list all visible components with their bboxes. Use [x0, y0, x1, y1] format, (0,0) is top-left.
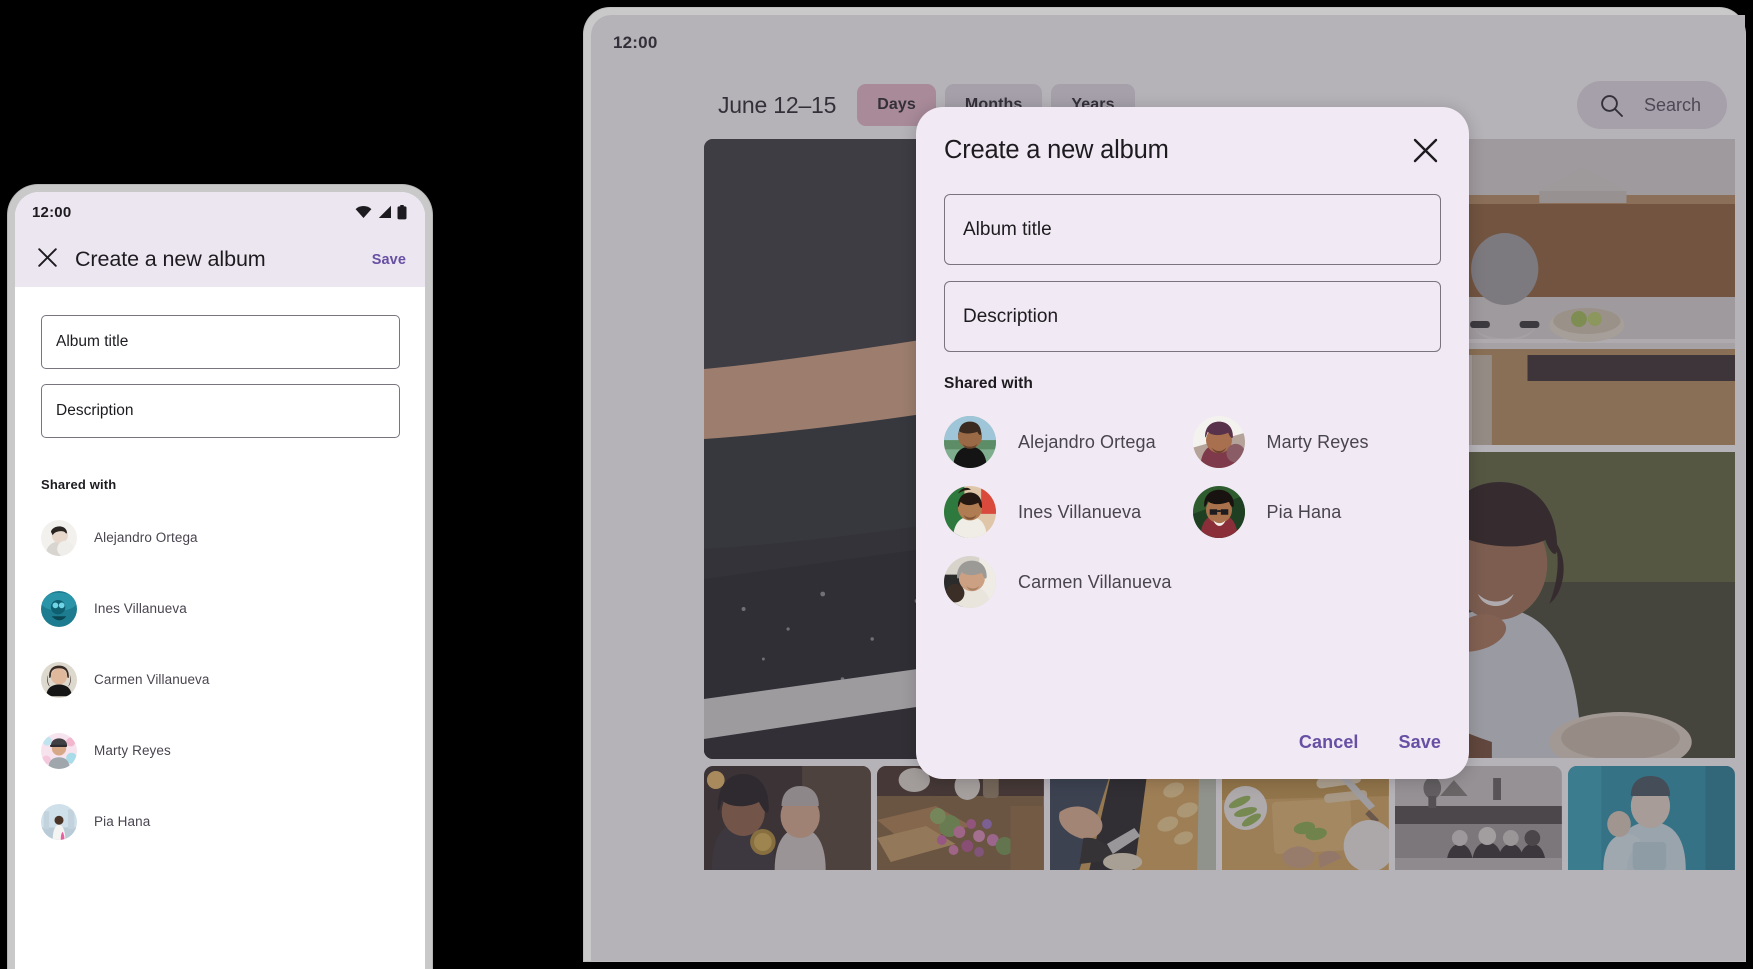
list-item[interactable]: Alejandro Ortega	[41, 502, 400, 573]
close-icon[interactable]	[1410, 135, 1441, 166]
photo-cyan-couple[interactable]	[1568, 766, 1735, 870]
phone-device-frame: 12:00 Create a new album Save Album titl…	[8, 185, 432, 969]
list-item[interactable]: Carmen Villanueva	[944, 547, 1193, 617]
avatar-pia	[1192, 486, 1245, 538]
list-item[interactable]: Marty Reyes	[1192, 407, 1442, 477]
list-item-label: Carmen Villanueva	[94, 672, 210, 687]
phone-status-time: 12:00	[32, 203, 72, 221]
save-button[interactable]: Save	[1399, 732, 1441, 753]
phone-status-icons	[355, 204, 407, 220]
avatar-carmen	[41, 661, 77, 698]
list-item-label: Marty Reyes	[94, 743, 171, 758]
search-input[interactable]: Search	[1644, 95, 1701, 116]
list-item-label: Pia Hana	[1266, 501, 1342, 522]
phone-screen: 12:00 Create a new album Save Album titl…	[15, 192, 425, 969]
list-item[interactable]: Ines Villanueva	[944, 477, 1193, 547]
avatar-marty	[1192, 416, 1245, 468]
photo-image	[1222, 766, 1390, 870]
create-album-dialog: Create a new album Album title Descripti…	[916, 107, 1469, 779]
list-item[interactable]: Marty Reyes	[41, 715, 400, 786]
list-item-label: Ines Villanueva	[1018, 501, 1142, 522]
photo-image	[1395, 766, 1563, 870]
avatar-ines	[944, 486, 996, 538]
photo-flowers-table[interactable]	[876, 766, 1044, 870]
album-title-input[interactable]: Album title	[944, 194, 1441, 265]
phone-form-body: Album title Description Shared with Alej…	[15, 287, 425, 857]
photo-bw-group[interactable]	[1395, 766, 1563, 870]
save-button[interactable]: Save	[372, 252, 406, 268]
close-icon[interactable]	[37, 247, 58, 273]
list-item-label: Pia Hana	[94, 814, 151, 829]
list-item-label: Alejandro Ortega	[94, 530, 198, 545]
avatar-marty	[41, 732, 77, 769]
list-item[interactable]: Ines Villanueva	[41, 573, 400, 644]
photo-image	[1568, 766, 1735, 870]
tablet-status-bar: 12:00	[591, 15, 1745, 71]
phone-status-bar: 12:00	[15, 192, 425, 232]
description-input[interactable]: Description	[944, 281, 1441, 352]
search-icon	[1601, 94, 1623, 117]
photo-hands-cutting[interactable]	[1049, 766, 1217, 870]
dialog-actions: Cancel Save	[1299, 732, 1441, 753]
photo-image	[1049, 766, 1217, 870]
date-range-label: June 12–15	[718, 91, 837, 118]
list-item[interactable]: Alejandro Ortega	[944, 407, 1193, 477]
list-item-label: Ines Villanueva	[94, 601, 187, 616]
list-item[interactable]: Carmen Villanueva	[41, 644, 400, 715]
photo-image	[876, 766, 1044, 870]
photo-cucumbers-board[interactable]	[1222, 766, 1390, 870]
list-item-label: Marty Reyes	[1266, 431, 1369, 452]
cancel-button[interactable]: Cancel	[1299, 732, 1359, 753]
shared-with-grid: Alejandro Ortega Marty Reyes Ines Villan…	[944, 407, 1441, 617]
avatar-pia	[41, 803, 77, 840]
photo-couple-drinks[interactable]	[704, 766, 871, 870]
list-item[interactable]: Pia Hana	[1192, 477, 1442, 547]
album-title-input[interactable]: Album title	[41, 315, 400, 369]
search-bar[interactable]: Search	[1576, 81, 1727, 129]
page-title: Create a new album	[75, 247, 266, 271]
wifi-icon	[355, 206, 372, 218]
avatar-alejandro	[41, 519, 77, 556]
screenshot-stage: 12:00 Create a new album Save Album titl…	[0, 0, 1753, 969]
signal-icon	[378, 205, 391, 218]
dialog-header: Create a new album	[944, 135, 1441, 166]
dialog-title: Create a new album	[944, 136, 1169, 164]
avatar-ines	[41, 590, 77, 627]
shared-with-label: Shared with	[41, 477, 117, 492]
phone-app-bar: Create a new album Save	[15, 232, 425, 287]
list-item[interactable]: Pia Hana	[41, 786, 400, 857]
photo-image	[704, 766, 871, 870]
description-input[interactable]: Description	[41, 384, 400, 438]
tablet-status-time: 12:00	[613, 33, 658, 52]
avatar-carmen	[944, 556, 996, 608]
list-item-label: Carmen Villanueva	[1018, 571, 1172, 592]
shared-with-label: Shared with	[944, 375, 1033, 392]
battery-icon	[397, 204, 407, 219]
avatar-alejandro	[944, 416, 996, 468]
list-item-label: Alejandro Ortega	[1018, 431, 1156, 452]
